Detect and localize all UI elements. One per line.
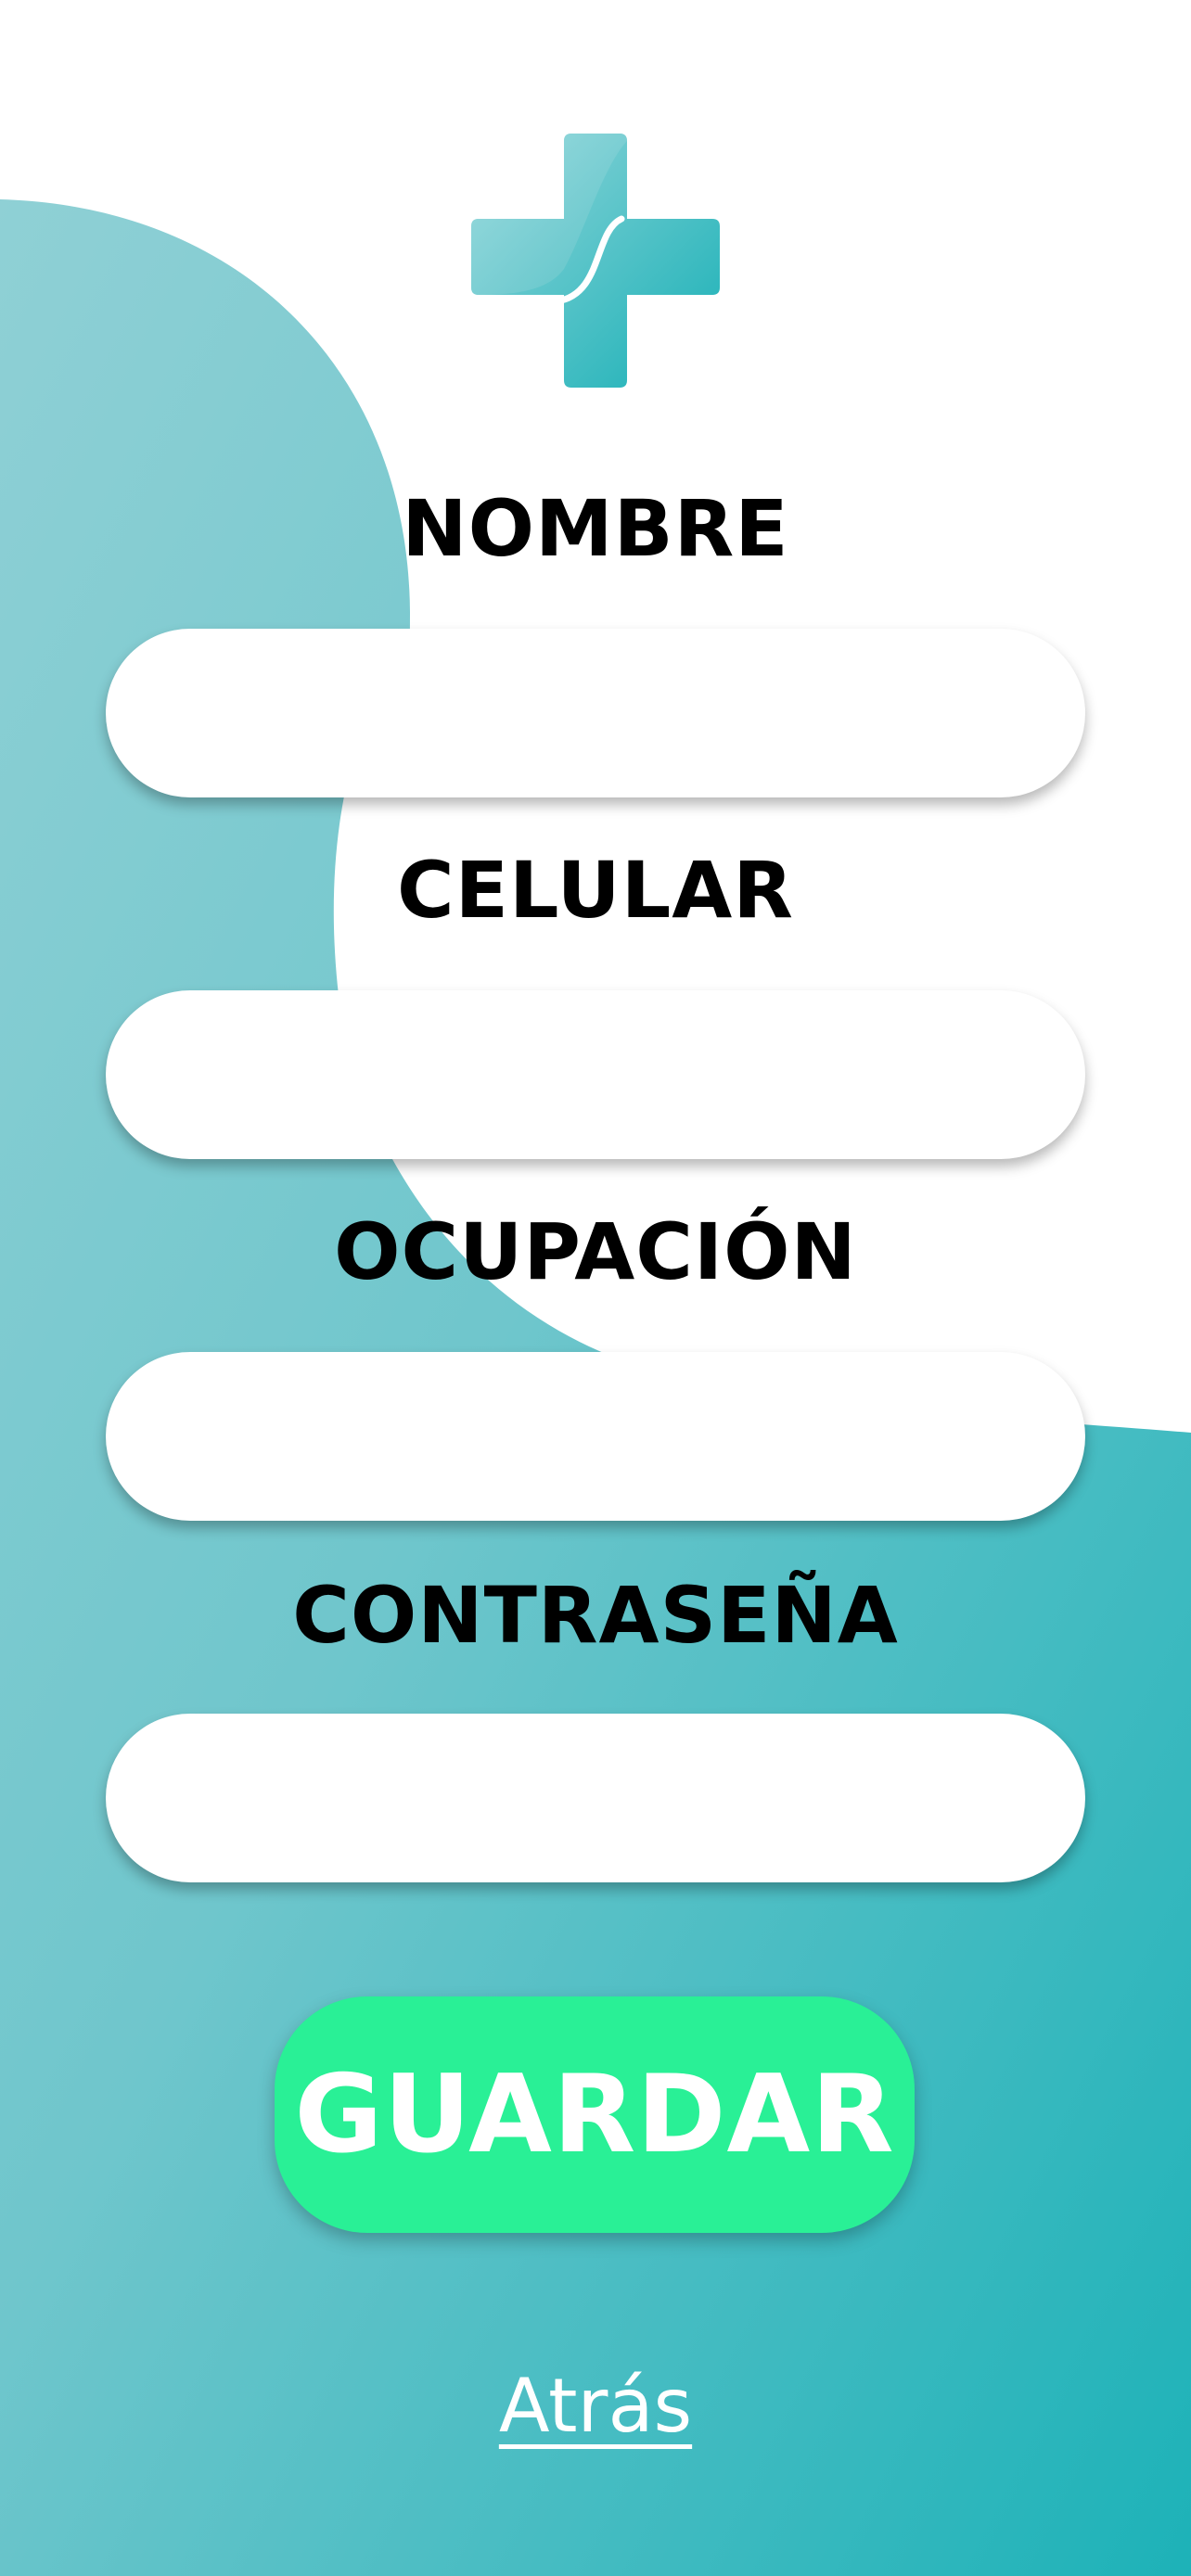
celular-input[interactable] bbox=[106, 990, 1085, 1159]
label-contrasena: CONTRASEÑA bbox=[292, 1570, 899, 1661]
contrasena-input[interactable] bbox=[106, 1714, 1085, 1882]
label-nombre: NOMBRE bbox=[402, 483, 789, 574]
nombre-input[interactable] bbox=[106, 629, 1085, 797]
label-celular: CELULAR bbox=[397, 845, 794, 936]
medical-cross-icon bbox=[471, 134, 720, 388]
back-link[interactable]: Atrás bbox=[499, 2363, 692, 2449]
save-button[interactable]: GUARDAR bbox=[275, 1996, 915, 2233]
back-link-row: Atrás bbox=[0, 2355, 1191, 2457]
ocupacion-input[interactable] bbox=[106, 1352, 1085, 1521]
label-ocupacion: OCUPACIÓN bbox=[334, 1206, 857, 1297]
